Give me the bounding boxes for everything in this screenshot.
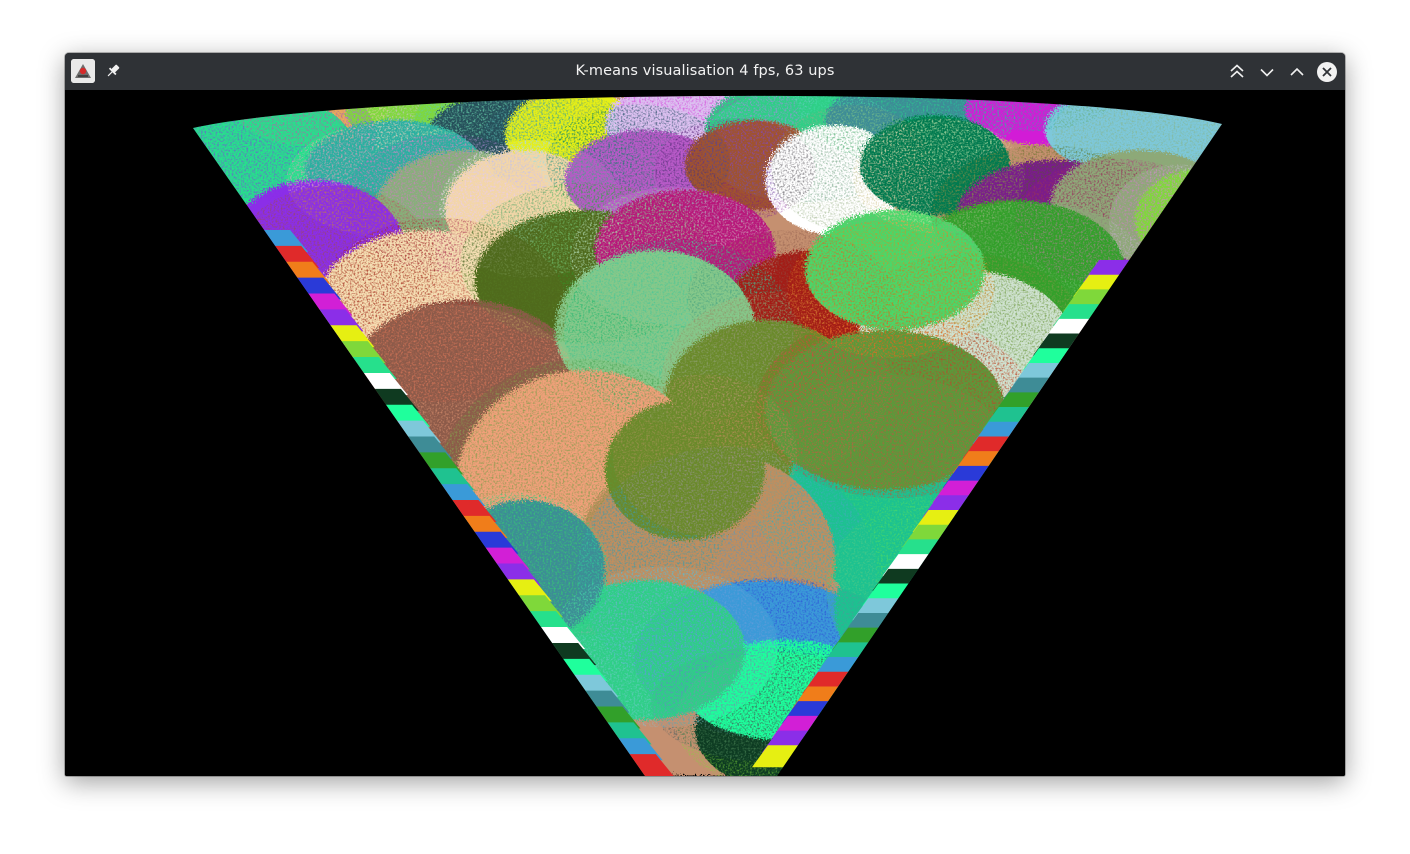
visualisation-canvas[interactable]: [65, 90, 1345, 776]
window-title: K-means visualisation 4 fps, 63 ups: [575, 63, 835, 79]
double-chevron-up-icon: [1230, 64, 1244, 78]
close-circle-icon: [1317, 62, 1337, 82]
chevron-up-icon: [1290, 67, 1304, 76]
chevron-down-icon: [1260, 68, 1274, 77]
keep-above-button[interactable]: [1226, 61, 1248, 83]
cluster-speckle: [613, 374, 797, 536]
kmeans-window: K-means visualisation 4 fps, 63 ups: [65, 53, 1345, 776]
maximize-button[interactable]: [1286, 61, 1308, 83]
cluster-speckle: [787, 220, 995, 358]
color-space-cone: [65, 90, 1345, 776]
minimize-button[interactable]: [1256, 61, 1278, 83]
close-button[interactable]: [1316, 61, 1338, 83]
titlebar[interactable]: K-means visualisation 4 fps, 63 ups: [65, 53, 1345, 90]
